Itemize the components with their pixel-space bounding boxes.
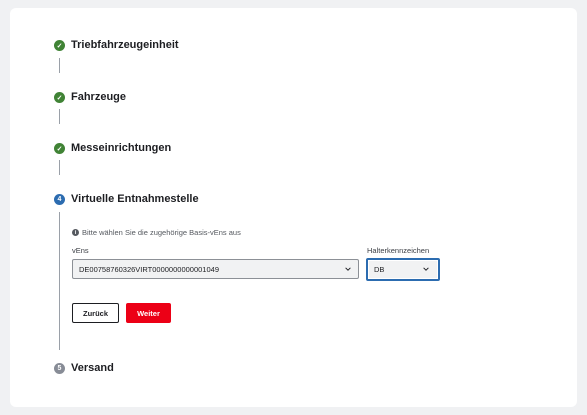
- step-title-versand: Versand: [71, 362, 114, 374]
- info-icon: i: [72, 229, 79, 236]
- halterkennzeichen-label: Halterkennzeichen: [367, 246, 430, 255]
- chevron-down-icon: [423, 267, 429, 271]
- vens-select[interactable]: DE00758760326VIRT0000000000001049: [72, 259, 359, 279]
- stepper-card: [10, 8, 577, 407]
- check-icon: ✓: [54, 92, 65, 103]
- step-title-messeinrichtungen: Messeinrichtungen: [71, 142, 172, 154]
- step-connector: [59, 58, 60, 73]
- step-title-triebfahrzeugeinheit: Triebfahrzeugeinheit: [71, 39, 179, 51]
- step-connector: [59, 160, 60, 175]
- halterkennzeichen-select-value: DB: [374, 265, 385, 274]
- step-connector: [59, 212, 60, 350]
- step-connector: [59, 109, 60, 124]
- chevron-down-icon: [345, 267, 351, 271]
- hint-text: i Bitte wählen Sie die zugehörige Basis-…: [72, 228, 241, 237]
- vens-label: vEns: [72, 246, 89, 255]
- check-icon: ✓: [54, 143, 65, 154]
- halterkennzeichen-select[interactable]: DB: [366, 258, 440, 281]
- step-number-icon: 4: [54, 194, 65, 205]
- vens-select-value: DE00758760326VIRT0000000000001049: [79, 264, 219, 274]
- next-button[interactable]: Weiter: [126, 303, 171, 323]
- hint-label: Bitte wählen Sie die zugehörige Basis-vE…: [82, 228, 241, 237]
- step-number-icon: 5: [54, 363, 65, 374]
- step-title-fahrzeuge: Fahrzeuge: [71, 91, 127, 103]
- check-icon: ✓: [54, 40, 65, 51]
- step-title-virtuelle-entnahmestelle: Virtuelle Entnahmestelle: [71, 193, 199, 205]
- back-button[interactable]: Zurück: [72, 303, 119, 323]
